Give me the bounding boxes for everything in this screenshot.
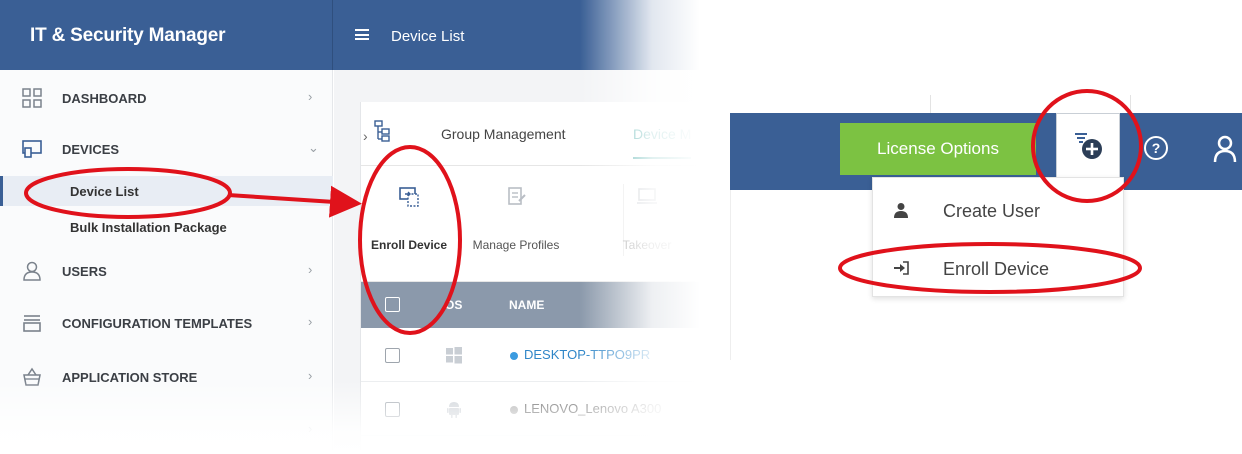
menu-item-label: Enroll Device	[943, 259, 1050, 279]
tab-device-management[interactable]: Device M	[633, 126, 692, 159]
column-header-os[interactable]: OS	[445, 298, 462, 312]
brand-bar: IT & Security Manager	[0, 0, 333, 70]
sidebar-item-label: USERS	[62, 264, 107, 279]
sidebar-item-users[interactable]: USERS ›	[0, 256, 333, 286]
page-title: Device List	[391, 28, 465, 45]
table-header: OS NAME	[361, 282, 700, 328]
itsm-screenshot-left: IT & Security Manager Device List DASHBO…	[0, 0, 700, 454]
row-checkbox[interactable]	[385, 402, 400, 417]
sidebar-item-dashboard[interactable]: DASHBOARD ›	[0, 83, 333, 113]
sidebar-item-label: DASHBOARD	[62, 91, 147, 106]
devices-icon	[22, 140, 42, 158]
sidebar-item-label: DEVICES	[62, 142, 120, 157]
add-menu-button[interactable]	[1056, 113, 1120, 179]
table-row[interactable]: LENOVO_Lenovo A300	[361, 382, 700, 436]
row-checkbox[interactable]	[385, 348, 400, 363]
laptop-icon	[637, 188, 657, 204]
header-bar: Device List	[333, 0, 700, 70]
menu-item-create-user[interactable]: Create User	[873, 186, 1125, 236]
user-icon	[23, 261, 41, 281]
sidebar-item-label: APPLICATION STORE	[62, 370, 198, 385]
windows-icon	[446, 347, 462, 364]
license-options-button[interactable]: License Options	[840, 123, 1036, 175]
device-name-link[interactable]: DESKTOP-TTPO9PR	[524, 347, 650, 362]
device-name-link[interactable]: LENOVO_Lenovo A300	[524, 401, 661, 416]
help-icon[interactable]: ?	[1144, 136, 1168, 160]
hamburger-icon[interactable]	[355, 29, 369, 40]
manage-profiles-label: Manage Profiles	[472, 238, 560, 252]
add-dropdown-menu: Create User Enroll Device	[872, 177, 1124, 297]
sidebar-subitem-label: Bulk Installation Package	[70, 220, 227, 235]
brand-title: IT & Security Manager	[30, 25, 226, 46]
sidebar-subitem-device-list[interactable]: Device List	[0, 176, 333, 206]
tab-toggle-chevron[interactable]: ›	[363, 128, 368, 144]
user-account-icon[interactable]	[1212, 135, 1242, 163]
add-list-icon	[1075, 133, 1102, 159]
sign-in-icon	[894, 261, 909, 275]
device-list-card: › Group Management Device M Enroll Devic…	[360, 102, 700, 454]
sidebar-item-configuration-templates[interactable]: CONFIGURATION TEMPLATES ›	[0, 308, 333, 338]
enroll-device-button[interactable]: Enroll Device	[361, 186, 457, 266]
manage-profiles-button[interactable]: Manage Profiles	[461, 186, 571, 266]
takeover-button[interactable]: Takeover	[607, 186, 687, 266]
sidebar-item-label: CONFIGURATION TEMPLATES	[62, 316, 253, 331]
enroll-device-icon	[399, 187, 419, 207]
chevron-right-icon: ›	[308, 89, 313, 104]
chevron-right-icon: ›	[308, 262, 313, 277]
sidebar-item-application-store[interactable]: APPLICATION STORE ›	[0, 362, 333, 392]
tree-structure-icon[interactable]	[373, 120, 391, 142]
sidebar: DASHBOARD › DEVICES ⌄ Device List Bulk I…	[0, 70, 333, 454]
menu-item-label: Create User	[943, 201, 1041, 221]
sidebar-subitem-label: Device List	[70, 184, 139, 199]
tab-bar: › Group Management Device M	[361, 102, 700, 166]
divider	[930, 95, 931, 113]
chevron-right-icon: ›	[308, 421, 313, 436]
column-header-name[interactable]: NAME	[509, 298, 544, 312]
itsm-screenshot-right: License Options ? Create User Enroll Dev…	[730, 0, 1242, 454]
table-row[interactable]: DESKTOP-TTPO9PR	[361, 328, 700, 382]
android-icon	[447, 402, 461, 418]
tab-group-management[interactable]: Group Management	[441, 126, 566, 142]
takeover-label: Takeover	[622, 238, 672, 252]
chevron-right-icon: ›	[308, 314, 313, 329]
chevron-down-icon: ⌄	[308, 140, 319, 155]
templates-icon	[23, 315, 41, 332]
status-dot-online	[510, 352, 518, 360]
sidebar-item-devices[interactable]: DEVICES ⌄	[0, 134, 333, 164]
dashboard-grid-icon	[22, 88, 42, 108]
main-content: › Group Management Device M Enroll Devic…	[334, 70, 700, 454]
select-all-checkbox[interactable]	[385, 297, 400, 312]
sidebar-item-faded[interactable]: ›	[0, 415, 333, 445]
chevron-right-icon: ›	[308, 368, 313, 383]
manage-profiles-icon	[508, 187, 526, 205]
top-strip	[730, 95, 1242, 113]
sidebar-subitem-bulk-installation[interactable]: Bulk Installation Package	[0, 212, 333, 242]
toolbar: Enroll Device Manage Profiles Takeover	[361, 166, 700, 282]
status-dot-offline	[510, 406, 518, 414]
user-icon	[894, 203, 908, 218]
enroll-device-label: Enroll Device	[370, 238, 448, 252]
divider	[1130, 95, 1131, 113]
store-basket-icon	[23, 367, 41, 386]
menu-item-enroll-device[interactable]: Enroll Device	[873, 244, 1125, 294]
